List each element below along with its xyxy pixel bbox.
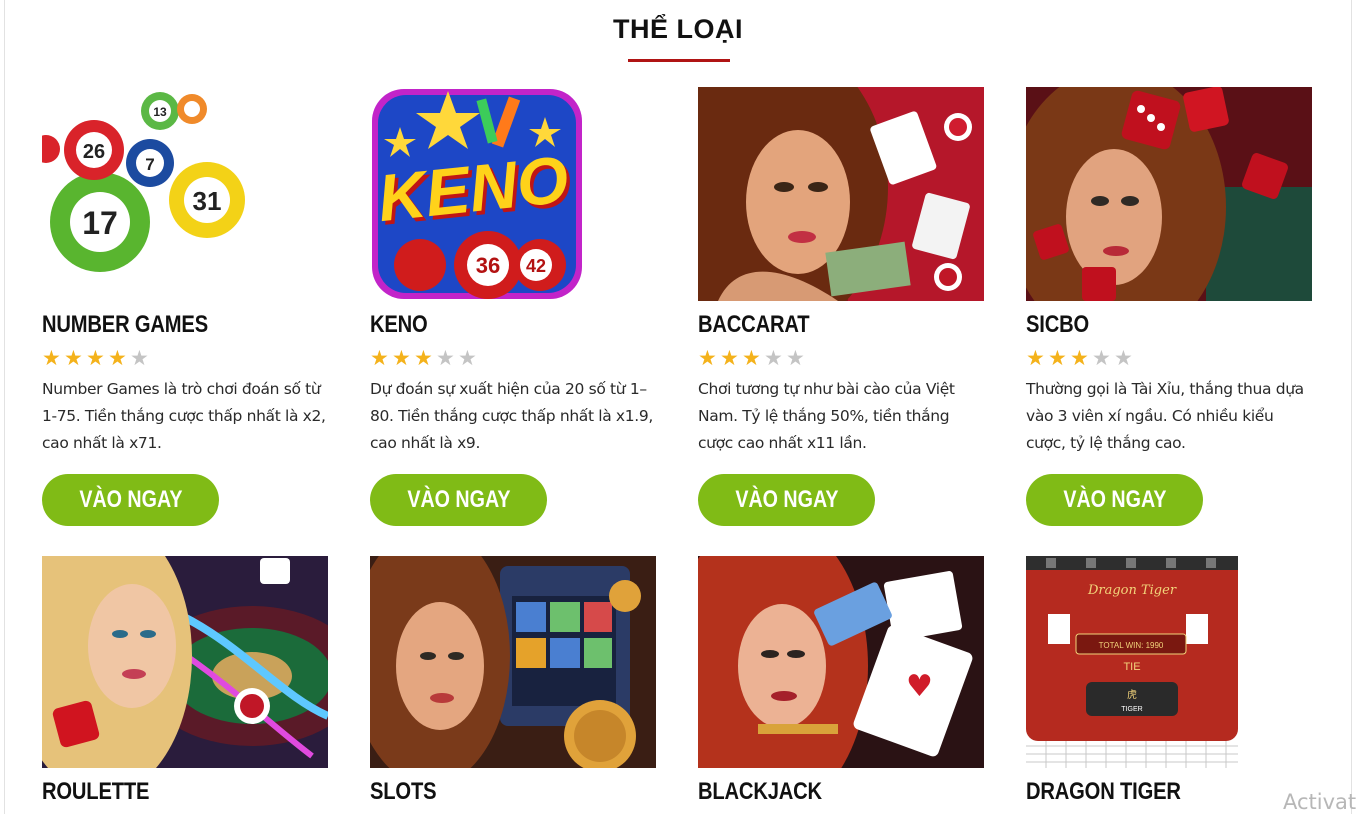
star-icon: ★ — [742, 346, 761, 370]
star-icon: ★ — [64, 346, 83, 370]
rating-stars: ★ ★ ★ ★ ★ — [698, 347, 808, 369]
star-icon: ★ — [698, 346, 717, 370]
activation-watermark: Activat — [1283, 790, 1356, 814]
star-icon: ★ — [414, 346, 433, 370]
slots-image[interactable] — [370, 556, 656, 768]
title-underline — [628, 59, 730, 62]
play-now-button[interactable]: VÀO NGAY — [698, 474, 875, 526]
star-icon: ★ — [1070, 346, 1089, 370]
game-description: Dự đoán sự xuất hiện của 20 số từ 1–80. … — [370, 380, 653, 452]
star-icon: ★ — [1092, 346, 1111, 370]
sicbo-dice-image[interactable] — [1026, 87, 1312, 301]
game-card-slots: SLOTS — [370, 556, 670, 805]
lottery-balls-image[interactable]: 17 26 7 31 13 — [42, 87, 256, 301]
game-title: ROULETTE — [42, 778, 150, 805]
game-description: Chơi tương tự như bài cào của Việt Nam. … — [698, 380, 955, 452]
star-icon: ★ — [786, 346, 805, 370]
star-icon: ★ — [130, 346, 149, 370]
game-title: KENO — [370, 311, 428, 338]
blackjack-image[interactable]: ♥ — [698, 556, 984, 768]
game-description: Number Games là trò chơi đoán số từ 1-75… — [42, 380, 326, 452]
svg-text:13: 13 — [153, 105, 167, 119]
keno-logo-image[interactable]: KENO KENO 36 42 — [370, 87, 584, 301]
game-title: SICBO — [1026, 311, 1090, 338]
star-icon: ★ — [86, 346, 105, 370]
play-now-button[interactable]: VÀO NGAY — [370, 474, 547, 526]
dragon-tiger-logo-text: Dragon Tiger — [1087, 583, 1177, 598]
svg-text:42: 42 — [526, 256, 546, 276]
play-now-button[interactable]: VÀO NGAY — [42, 474, 219, 526]
star-icon: ★ — [764, 346, 783, 370]
star-icon: ★ — [42, 346, 61, 370]
game-card-sicbo: SICBO ★ ★ ★ ★ ★ Thường gọi là Tài Xỉu, thắng… — [1026, 87, 1326, 526]
baccarat-image[interactable] — [698, 87, 984, 301]
star-icon: ★ — [458, 346, 477, 370]
game-card-dragon-tiger: Dragon Tiger TOTAL WIN: 1990 TIE 虎 TIGER… — [1026, 556, 1326, 805]
game-title: NUMBER GAMES — [42, 311, 208, 338]
star-icon: ★ — [1114, 346, 1133, 370]
game-card-blackjack: ♥ BLACKJACK — [698, 556, 998, 805]
total-win-text: TOTAL WIN: 1990 — [1099, 641, 1164, 650]
left-border — [4, 0, 5, 814]
game-description: Thường gọi là Tài Xỉu, thắng thua dựa và… — [1026, 380, 1304, 452]
play-now-button[interactable]: VÀO NGAY — [1026, 474, 1203, 526]
tiger-label-text: TIGER — [1121, 706, 1142, 713]
tie-text: TIE — [1123, 661, 1140, 673]
star-icon: ★ — [392, 346, 411, 370]
game-title: BLACKJACK — [698, 778, 822, 805]
star-icon: ★ — [436, 346, 455, 370]
rating-stars: ★ ★ ★ ★ ★ — [1026, 347, 1136, 369]
game-card-number-games: 17 26 7 31 13 NUMBER GAMES ★ ★ ★ ★ ★ Number … — [42, 87, 342, 526]
page: THỂ LOẠI 17 26 7 31 13 NUMBER GAMES ★ ★ ★ ★… — [0, 0, 1356, 814]
game-title: BACCARAT — [698, 311, 810, 338]
right-border — [1351, 0, 1352, 814]
game-card-baccarat: BACCARAT ★ ★ ★ ★ ★ Chơi tương tự như bài cào… — [698, 87, 998, 526]
star-icon: ★ — [720, 346, 739, 370]
star-icon: ★ — [1026, 346, 1045, 370]
rating-stars: ★ ★ ★ ★ ★ — [370, 347, 480, 369]
svg-text:7: 7 — [145, 155, 154, 174]
game-title: SLOTS — [370, 778, 437, 805]
svg-text:36: 36 — [476, 253, 500, 278]
roulette-image[interactable] — [42, 556, 328, 768]
section-title: THỂ LOẠI — [613, 14, 743, 44]
svg-text:17: 17 — [82, 205, 118, 241]
tiger-glyph-text: 虎 — [1127, 689, 1137, 701]
svg-text:26: 26 — [83, 141, 105, 163]
star-icon: ★ — [370, 346, 389, 370]
game-card-keno: KENO KENO 36 42 KENO ★ ★ ★ ★ ★ Dự đoán sự xu… — [370, 87, 670, 526]
game-card-roulette: ROULETTE — [42, 556, 342, 805]
star-icon: ★ — [108, 346, 127, 370]
dragon-tiger-image[interactable]: Dragon Tiger TOTAL WIN: 1990 TIE 虎 TIGER — [1026, 556, 1238, 768]
star-icon: ★ — [1048, 346, 1067, 370]
svg-text:31: 31 — [193, 186, 222, 216]
svg-text:♥: ♥ — [906, 669, 933, 704]
rating-stars: ★ ★ ★ ★ ★ — [42, 347, 152, 369]
game-title: DRAGON TIGER — [1026, 778, 1181, 805]
